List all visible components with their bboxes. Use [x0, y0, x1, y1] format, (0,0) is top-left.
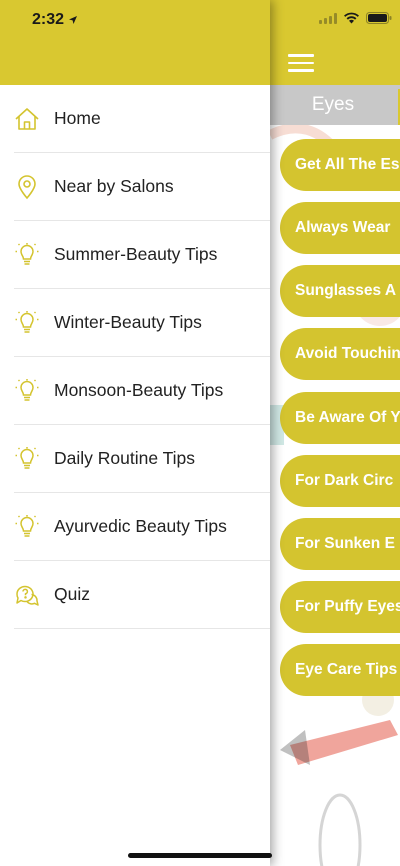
home-indicator[interactable] [128, 853, 272, 858]
drawer-header: 2:32 [0, 0, 270, 85]
menu-item-winter-tips[interactable]: Winter-Beauty Tips [14, 289, 270, 357]
time-label: 2:32 [32, 11, 65, 28]
location-arrow-icon [69, 16, 78, 24]
menu-item-nearby-salons[interactable]: Near by Salons [14, 153, 270, 221]
lightbulb-icon [14, 514, 40, 540]
tip-item[interactable]: For Puffy Eyes [280, 581, 400, 633]
lightbulb-icon [14, 446, 40, 472]
tip-item[interactable]: Get All The Es [280, 139, 400, 191]
lightbulb-icon [14, 242, 40, 268]
hamburger-menu-icon[interactable] [288, 54, 314, 72]
side-drawer: 2:32 Home Near by Salons Summer-Beauty T… [0, 0, 270, 866]
menu-label: Home [54, 108, 101, 128]
home-icon [14, 106, 40, 132]
menu-label: Summer-Beauty Tips [54, 244, 218, 264]
menu-item-ayurvedic-tips[interactable]: Ayurvedic Beauty Tips [14, 493, 270, 561]
quiz-bubble-icon [14, 582, 40, 608]
tab-bar: Eyes [270, 85, 400, 125]
status-icons [319, 12, 392, 24]
main-header [270, 0, 400, 85]
tip-item[interactable]: Sunglasses A [280, 265, 400, 317]
signal-icon [319, 12, 337, 24]
location-pin-icon [14, 174, 40, 200]
lightbulb-icon [14, 378, 40, 404]
tip-item[interactable]: Avoid Touchin [280, 328, 400, 380]
battery-icon [366, 12, 392, 24]
menu-item-daily-routine-tips[interactable]: Daily Routine Tips [14, 425, 270, 493]
menu-item-summer-tips[interactable]: Summer-Beauty Tips [14, 221, 270, 289]
tip-item[interactable]: Be Aware Of Y [280, 392, 400, 444]
menu-label: Near by Salons [54, 176, 174, 196]
tab-eyes[interactable]: Eyes [270, 85, 396, 125]
menu-label: Winter-Beauty Tips [54, 312, 202, 332]
menu-item-monsoon-tips[interactable]: Monsoon-Beauty Tips [14, 357, 270, 425]
menu-item-quiz[interactable]: Quiz [14, 561, 270, 629]
lightbulb-icon [14, 310, 40, 336]
main-screen: Eyes Get All The Es Always Wear Sunglass… [270, 0, 400, 866]
menu-label: Quiz [54, 584, 90, 604]
menu-item-home[interactable]: Home [14, 85, 270, 153]
tip-item[interactable]: Eye Care Tips [280, 644, 400, 696]
wifi-icon [344, 12, 359, 24]
menu-label: Ayurvedic Beauty Tips [54, 516, 227, 536]
tip-item[interactable]: For Sunken E [280, 518, 400, 570]
menu-label: Daily Routine Tips [54, 448, 196, 468]
status-time: 2:32 [32, 11, 78, 29]
tip-item[interactable]: For Dark Circ [280, 455, 400, 507]
menu-label: Monsoon-Beauty Tips [54, 380, 224, 400]
tip-item[interactable]: Always Wear [280, 202, 400, 254]
